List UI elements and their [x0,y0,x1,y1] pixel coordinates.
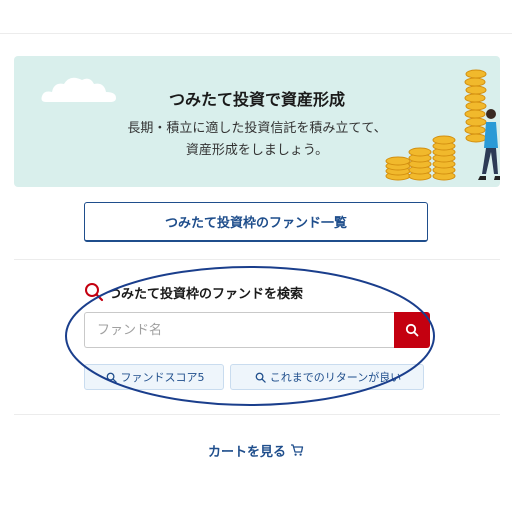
chip-label: これまでのリターンが良い [269,371,402,384]
tsumitate-banner[interactable]: つみたて投資で資産形成 長期・積立に適した投資信託を積み立てて、 資産形成をしま… [14,56,500,187]
quick-filter-chips: ファンドスコア5 これまでのリターンが良い [84,364,424,390]
view-cart-link[interactable]: カートを見る [0,440,512,460]
cart-icon [291,444,304,456]
search-icon [405,323,419,337]
search-icon [106,372,117,383]
chip-good-past-returns[interactable]: これまでのリターンが良い [230,364,424,390]
search-icon [255,372,266,383]
cart-link-label: カートを見る [207,444,286,460]
fund-search-form [84,312,430,348]
search-heading-label: つみたて投資枠のファンドを検索 [108,286,304,302]
section-divider [14,259,500,260]
search-button[interactable] [394,312,430,348]
search-icon [85,283,104,302]
fund-name-input[interactable] [84,312,394,348]
top-divider [0,33,512,34]
fund-list-button[interactable]: つみたて投資枠のファンド一覧 [84,202,428,242]
chip-label: ファンドスコア5 [120,371,205,384]
search-heading: つみたて投資枠のファンドを検索 [84,282,303,302]
coin-stack-illustration [385,69,500,181]
chip-fund-score-5[interactable]: ファンドスコア5 [84,364,224,390]
page: つみたて投資で資産形成 長期・積立に適した投資信託を積み立てて、 資産形成をしま… [0,0,512,512]
section-divider [14,414,500,415]
